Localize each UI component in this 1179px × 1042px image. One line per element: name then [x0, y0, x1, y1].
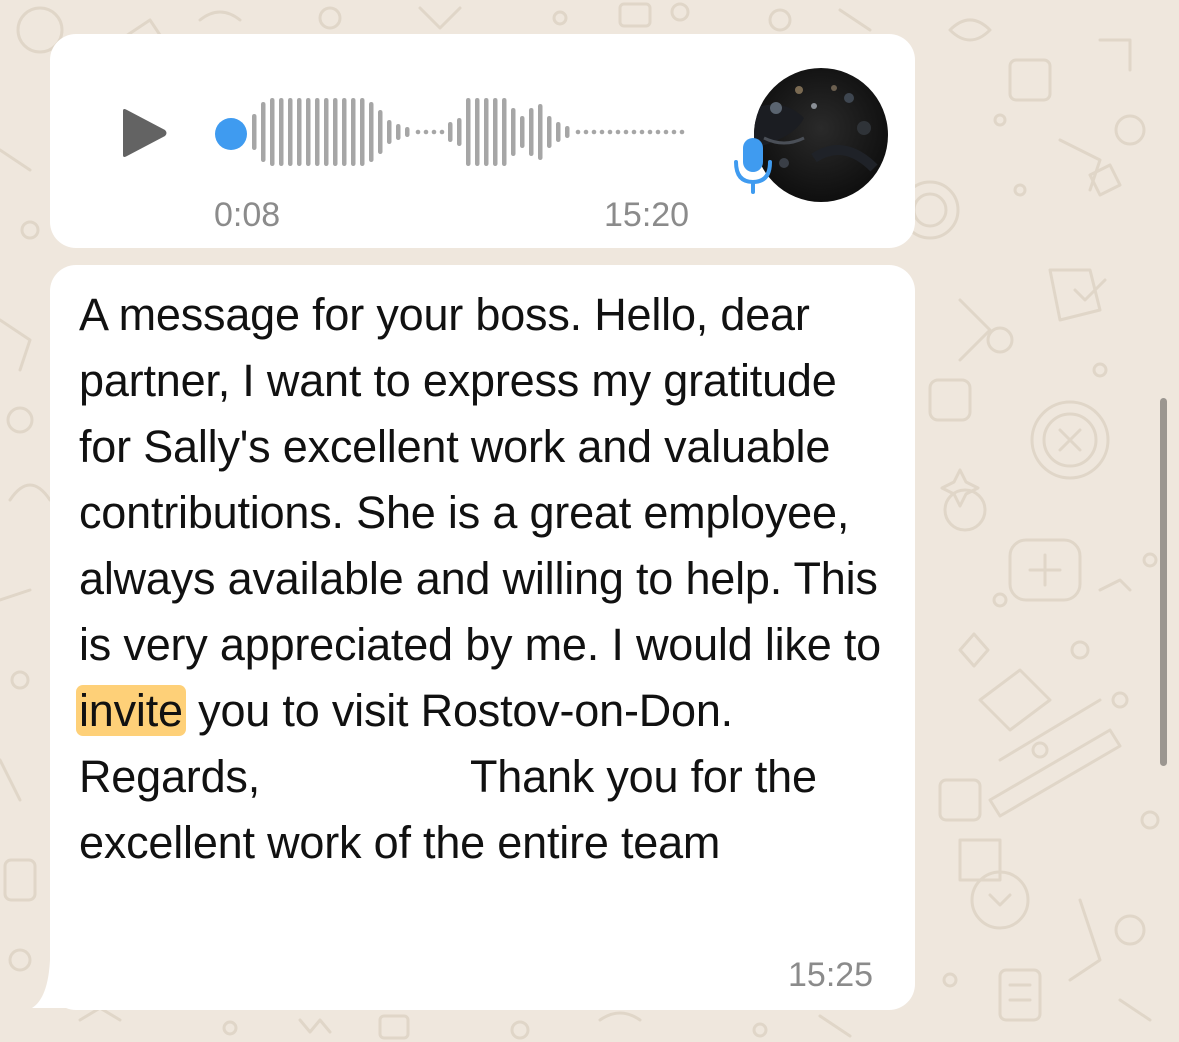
text-message-time: 15:25	[788, 956, 874, 994]
avatar[interactable]	[754, 68, 888, 202]
voice-waveform[interactable]	[212, 94, 692, 170]
voice-duration: 0:08	[214, 196, 281, 234]
playback-scrubber	[215, 118, 247, 150]
voice-message-time: 15:20	[604, 196, 690, 234]
message-text: A message for your boss. Hello, dear par…	[76, 282, 899, 876]
scrollbar[interactable]	[1160, 398, 1167, 766]
message-text-part-2: you to visit Rostov-on-Don.	[185, 685, 733, 736]
microphone-icon	[734, 138, 772, 194]
play-icon[interactable]	[120, 108, 168, 158]
message-text-part-1: A message for your boss. Hello, dear par…	[79, 289, 881, 670]
highlighted-word[interactable]: invite	[76, 685, 186, 736]
message-regards: Regards,	[79, 751, 260, 802]
